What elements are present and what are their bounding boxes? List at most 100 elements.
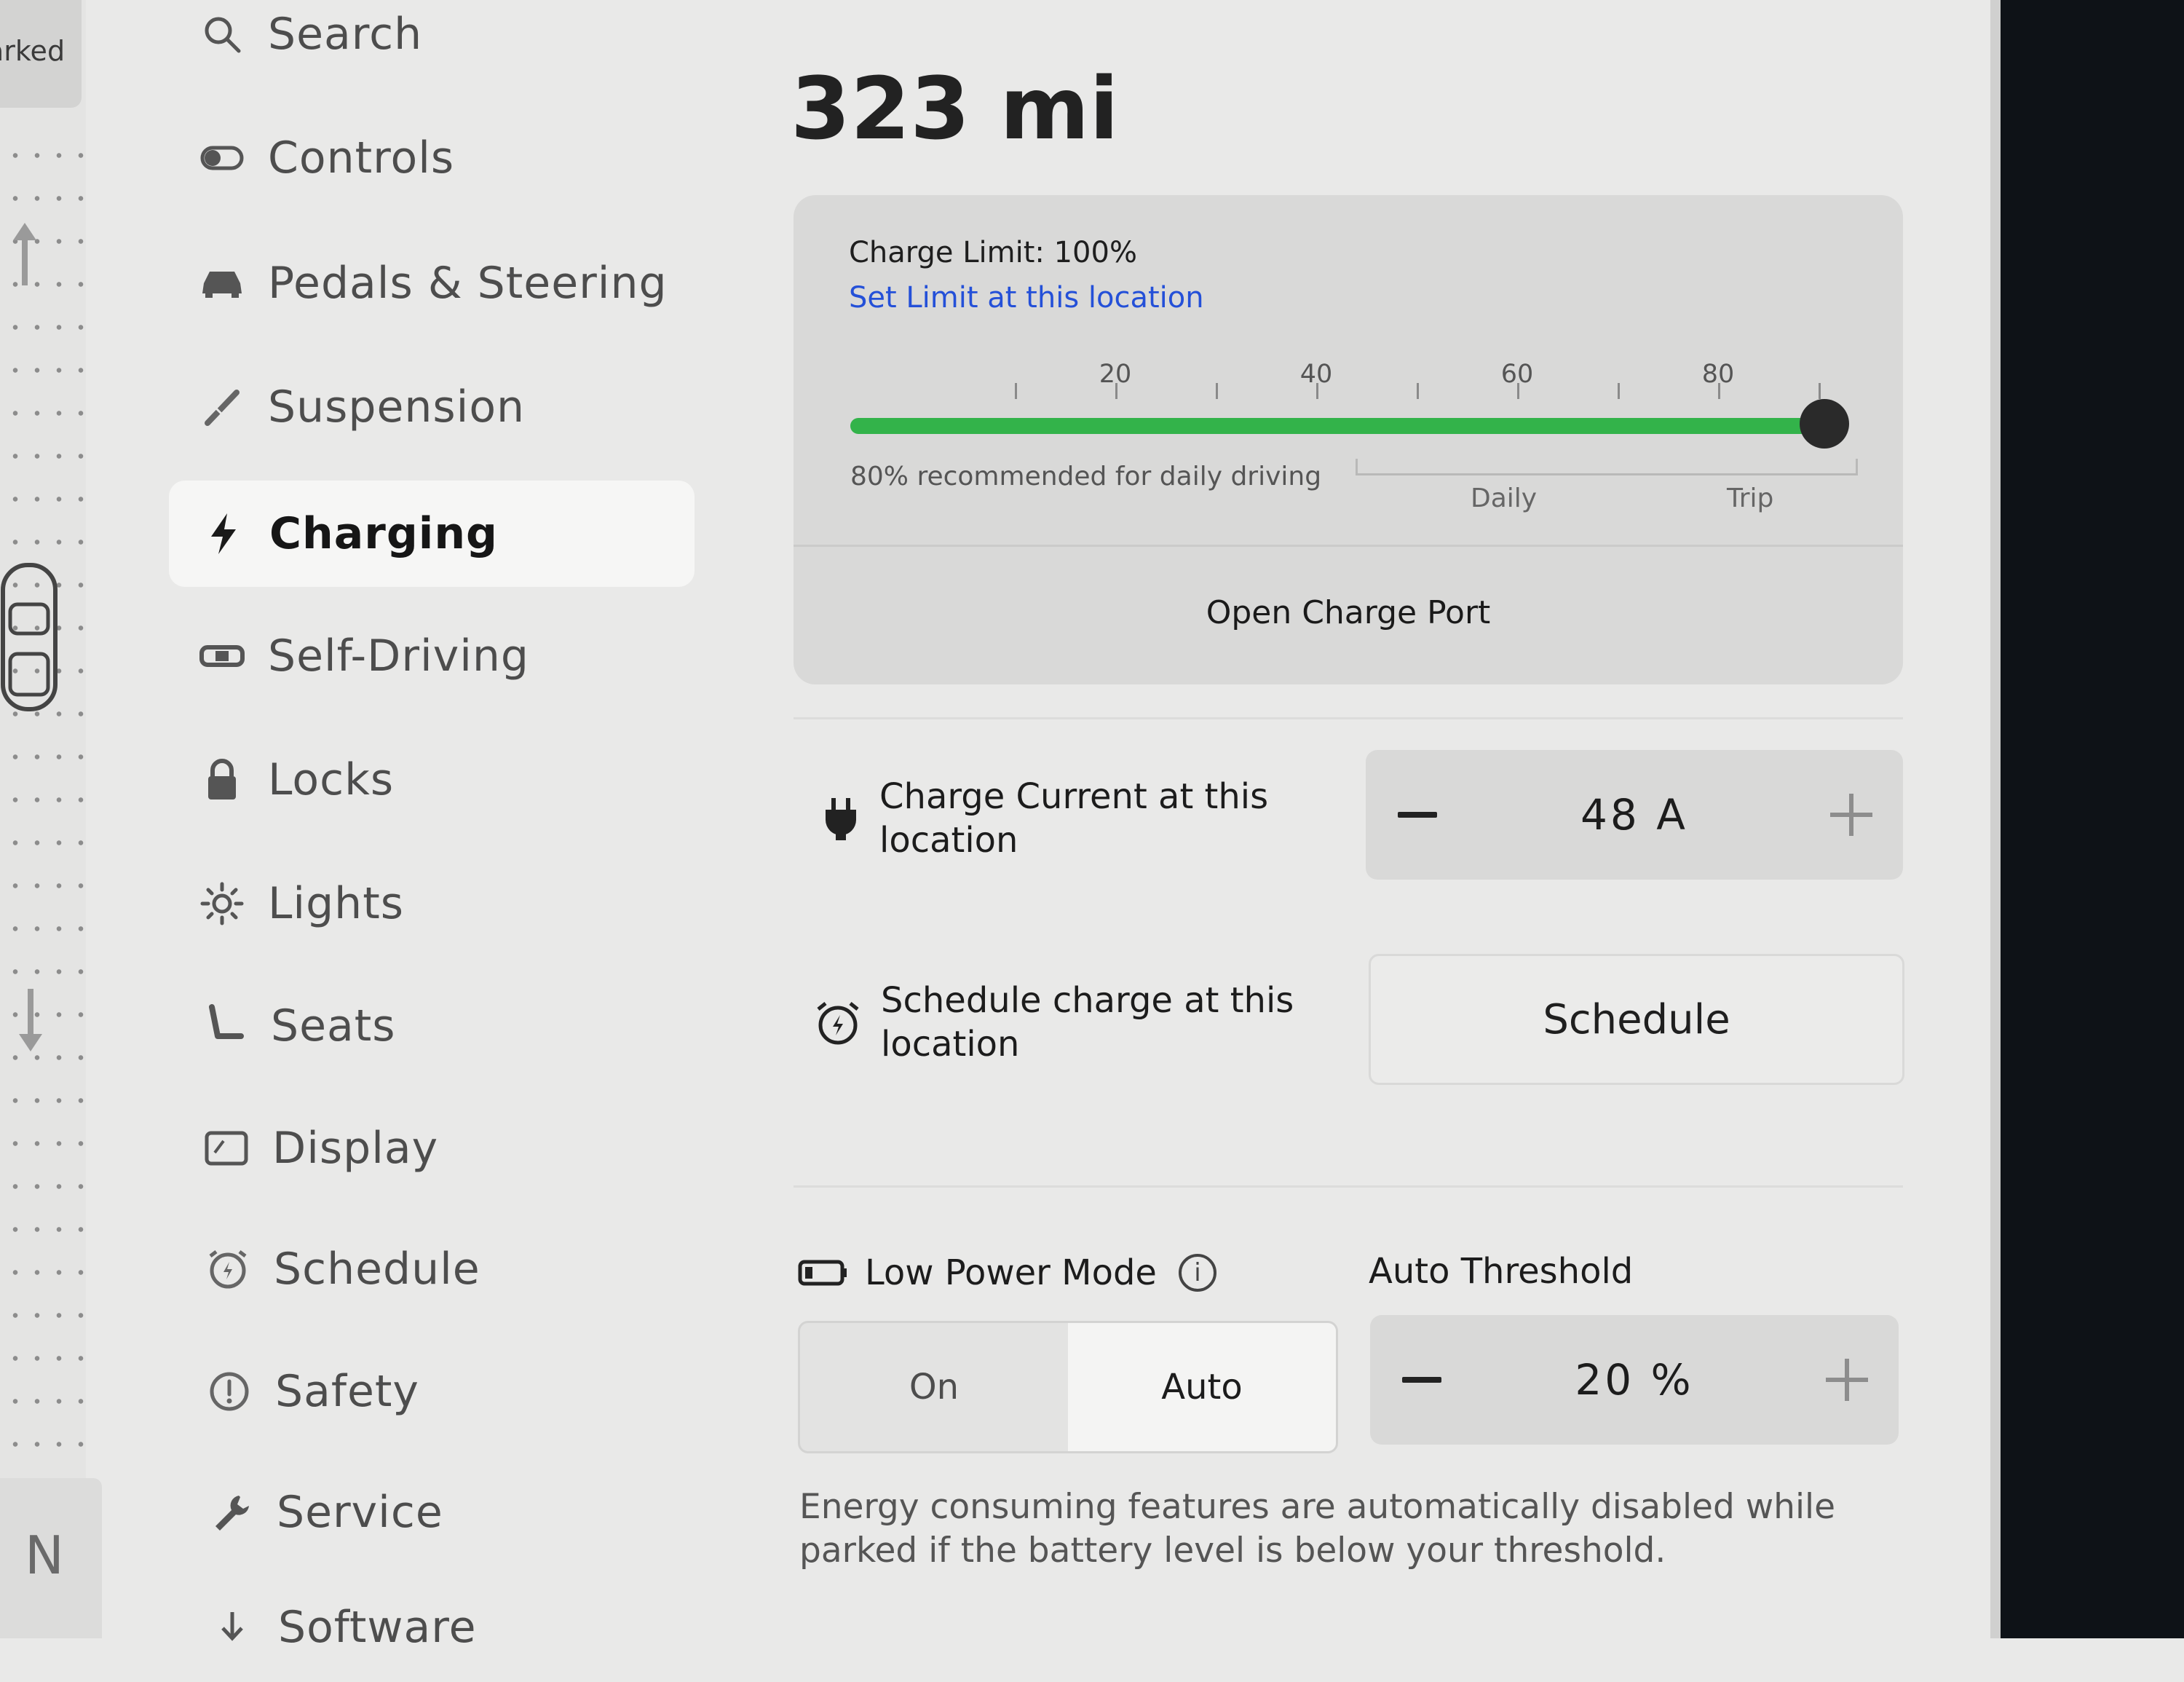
charge-current-value: 48 A <box>1580 790 1688 840</box>
tick-mark <box>1417 383 1419 399</box>
seat-icon <box>199 1000 250 1051</box>
section-divider <box>794 1185 1903 1188</box>
tick-mark <box>1216 383 1218 399</box>
toggle-icon <box>197 133 248 183</box>
low-power-mode-label: Low Power Mode <box>865 1252 1157 1293</box>
dot-pattern <box>0 130 86 1469</box>
schedule-charge-label: Schedule charge at this location <box>881 979 1294 1066</box>
info-icon[interactable]: i <box>1178 1254 1216 1292</box>
alarm-clock-icon <box>817 1002 859 1045</box>
arrow-up-icon <box>13 223 36 285</box>
sidebar-item-charging[interactable]: Charging <box>169 481 695 587</box>
low-power-auto-option[interactable]: Auto <box>1068 1323 1336 1451</box>
tick-mark <box>1115 383 1117 399</box>
left-status-strip: arked N <box>0 0 102 1638</box>
sidebar-item-locks[interactable]: Locks <box>167 725 394 834</box>
car-top-view-icon <box>1 563 58 711</box>
sidebar-item-label: Software <box>278 1602 477 1653</box>
tick-mark <box>1618 383 1620 399</box>
sidebar-item-suspension[interactable]: Suspension <box>167 352 525 462</box>
sidebar-item-safety[interactable]: Safety <box>175 1337 419 1446</box>
sidebar-item-label: Seats <box>271 1000 396 1051</box>
charge-current-label-line1: Charge Current at this <box>879 776 1269 817</box>
sidebar-item-label: Controls <box>268 133 455 183</box>
auto-threshold-stepper: 20 % <box>1370 1315 1899 1445</box>
range-readout: 323 mi <box>791 58 1119 159</box>
park-status: arked <box>0 0 82 108</box>
low-power-on-option[interactable]: On <box>800 1323 1068 1451</box>
tick-mark <box>1718 383 1720 399</box>
tick-mark <box>1316 383 1318 399</box>
auto-threshold-label: Auto Threshold <box>1369 1251 1634 1292</box>
section-divider <box>794 717 1903 719</box>
trip-label: Trip <box>1727 483 1774 513</box>
sidebar-item-label: Lights <box>268 878 404 929</box>
battery-icon <box>798 1260 847 1286</box>
arrow-down-icon <box>19 989 42 1051</box>
sidebar-item-search[interactable]: Search <box>167 0 422 89</box>
open-charge-port-button[interactable]: Open Charge Port <box>794 594 1903 631</box>
low-power-mode-header: Low Power Mode i <box>798 1252 1216 1293</box>
screen-bezel <box>2001 0 2184 1638</box>
sidebar-item-software[interactable]: Software <box>178 1573 477 1682</box>
steering-wheel-icon <box>197 631 248 682</box>
increase-current-button[interactable] <box>1830 794 1872 836</box>
settings-sidebar: Search Controls Pedals & Steering Suspen… <box>167 0 735 1653</box>
charge-limit-title: Charge Limit: 100% <box>849 236 1137 269</box>
card-divider <box>794 545 1903 547</box>
low-power-mode-toggle: On Auto <box>798 1321 1338 1453</box>
sidebar-item-self-driving[interactable]: Self-Driving <box>167 601 529 711</box>
sidebar-item-display[interactable]: Display <box>172 1094 438 1203</box>
sidebar-item-label: Schedule <box>274 1244 480 1295</box>
auto-threshold-value: 20 % <box>1575 1355 1694 1405</box>
daily-label: Daily <box>1471 483 1538 513</box>
sidebar-item-seats[interactable]: Seats <box>170 971 396 1081</box>
charge-limit-slider-track[interactable] <box>850 418 1824 434</box>
increase-threshold-button[interactable] <box>1826 1359 1868 1401</box>
sidebar-item-label: Locks <box>268 754 395 805</box>
sidebar-item-pedals-steering[interactable]: Pedals & Steering <box>167 229 668 338</box>
sidebar-item-lights[interactable]: Lights <box>167 849 404 958</box>
charge-current-label-line2: location <box>879 820 1018 861</box>
sidebar-item-label: Self-Driving <box>268 631 529 682</box>
tick-mark <box>1015 383 1017 399</box>
sidebar-item-schedule[interactable]: Schedule <box>173 1215 480 1324</box>
charge-limit-card: Charge Limit: 100% Set Limit at this loc… <box>794 195 1903 684</box>
gear-indicator: N <box>0 1478 102 1638</box>
gear-text: N <box>25 1525 64 1586</box>
set-limit-link[interactable]: Set Limit at this location <box>849 281 1204 315</box>
sidebar-item-label: Suspension <box>268 382 526 433</box>
warning-icon <box>204 1366 255 1417</box>
wrench-icon <box>205 1487 256 1538</box>
sidebar-item-label: Service <box>277 1487 443 1538</box>
park-status-text: arked <box>0 35 66 67</box>
car-icon <box>197 258 248 309</box>
schedule-button[interactable]: Schedule <box>1369 954 1904 1085</box>
daily-recommendation: 80% recommended for daily driving <box>850 462 1322 491</box>
lightning-icon <box>198 508 249 559</box>
schedule-charge-label-line1: Schedule charge at this <box>881 980 1294 1021</box>
sidebar-item-label: Pedals & Steering <box>268 258 668 309</box>
download-icon <box>207 1602 258 1653</box>
sidebar-item-controls[interactable]: Controls <box>167 103 454 213</box>
lock-icon <box>197 754 248 805</box>
charge-current-stepper: 48 A <box>1366 750 1903 880</box>
plug-icon <box>826 798 856 840</box>
daily-trip-bracket <box>1356 459 1858 475</box>
sun-icon <box>197 878 248 929</box>
sidebar-item-label: Display <box>272 1123 439 1174</box>
tick-mark <box>1517 383 1519 399</box>
sidebar-item-label: Safety <box>275 1366 419 1417</box>
sidebar-item-label: Search <box>268 9 423 60</box>
schedule-charge-label-line2: location <box>881 1024 1020 1065</box>
tick-mark <box>1819 383 1821 399</box>
suspension-icon <box>197 382 248 433</box>
sidebar-item-service[interactable]: Service <box>176 1458 443 1567</box>
charge-current-label: Charge Current at this location <box>879 775 1268 862</box>
display-icon <box>201 1123 252 1174</box>
sidebar-item-label: Charging <box>269 508 499 559</box>
search-icon <box>197 9 248 60</box>
alarm-clock-icon <box>202 1244 253 1295</box>
charge-limit-slider-handle[interactable] <box>1800 399 1849 449</box>
low-power-note: Energy consuming features are automatica… <box>799 1487 1835 1571</box>
